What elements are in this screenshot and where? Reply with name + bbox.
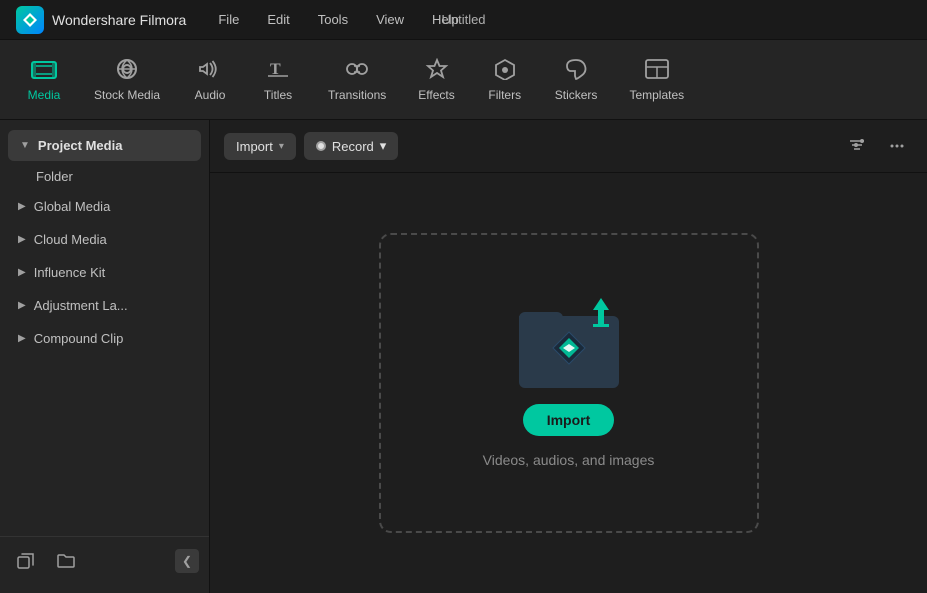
compound-clip-arrow: ▶ xyxy=(18,333,26,344)
import-action-label: Import xyxy=(547,412,591,428)
record-chevron: ▾ xyxy=(380,138,387,154)
compound-clip-label: Compound Clip xyxy=(34,331,124,346)
toolbar-filters[interactable]: Filters xyxy=(473,50,537,110)
sidebar-item-adjustment-layer[interactable]: ▶ Adjustment La... xyxy=(0,290,209,321)
sidebar-item-global-media[interactable]: ▶ Global Media xyxy=(0,191,209,222)
cloud-media-label: Cloud Media xyxy=(34,232,107,247)
toolbar-stickers[interactable]: Stickers xyxy=(541,50,612,110)
collapse-icon: ❮ xyxy=(182,554,192,568)
import-chevron: ▾ xyxy=(279,141,284,152)
main-area: ▼ Project Media Folder ▶ Global Media ▶ … xyxy=(0,120,927,593)
media-icon xyxy=(31,58,57,84)
titles-label: Titles xyxy=(264,88,292,102)
audio-icon xyxy=(197,58,223,84)
drop-zone-description: Videos, audios, and images xyxy=(483,452,655,468)
sidebar-item-influence-kit[interactable]: ▶ Influence Kit xyxy=(0,257,209,288)
folder-label: Folder xyxy=(36,169,73,184)
filters-icon xyxy=(492,58,518,84)
sidebar-item-compound-clip[interactable]: ▶ Compound Clip xyxy=(0,323,209,354)
toolbar-titles[interactable]: T Titles xyxy=(246,50,310,110)
menu-file[interactable]: File xyxy=(206,8,251,31)
influence-kit-label: Influence Kit xyxy=(34,265,106,280)
record-dot-icon xyxy=(316,141,326,151)
more-options-button[interactable] xyxy=(881,130,913,162)
record-button[interactable]: Record ▾ xyxy=(304,132,398,160)
filters-label: Filters xyxy=(488,88,521,102)
app-name: Wondershare Filmora xyxy=(52,12,186,28)
sidebar-item-cloud-media[interactable]: ▶ Cloud Media xyxy=(0,224,209,255)
document-title: Untitled xyxy=(441,12,485,27)
menu-bar: File Edit Tools View Help xyxy=(206,8,911,31)
new-folder-button[interactable] xyxy=(50,545,82,577)
global-media-arrow: ▶ xyxy=(18,201,26,212)
project-media-arrow: ▼ xyxy=(20,140,30,151)
sidebar: ▼ Project Media Folder ▶ Global Media ▶ … xyxy=(0,120,210,593)
adjustment-layer-label: Adjustment La... xyxy=(34,298,128,313)
titlebar: Wondershare Filmora File Edit Tools View… xyxy=(0,0,927,40)
influence-kit-arrow: ▶ xyxy=(18,267,26,278)
toolbar-audio[interactable]: Audio xyxy=(178,50,242,110)
project-media-section[interactable]: ▼ Project Media xyxy=(8,130,201,161)
media-label: Media xyxy=(28,88,61,102)
menu-edit[interactable]: Edit xyxy=(255,8,301,31)
project-media-label: Project Media xyxy=(38,138,123,153)
toolbar-media[interactable]: Media xyxy=(12,50,76,110)
content-area: Import ▾ Record ▾ xyxy=(210,120,927,593)
drop-zone-icon xyxy=(519,298,619,388)
stock-media-icon xyxy=(114,58,140,84)
adjustment-layer-arrow: ▶ xyxy=(18,300,26,311)
stickers-icon xyxy=(563,58,589,84)
filter-sort-button[interactable] xyxy=(841,130,873,162)
global-media-label: Global Media xyxy=(34,199,111,214)
new-sequence-button[interactable] xyxy=(10,545,42,577)
collapse-sidebar-button[interactable]: ❮ xyxy=(175,549,199,573)
toolbar-templates[interactable]: Templates xyxy=(615,50,698,110)
record-label: Record xyxy=(332,139,374,154)
stock-media-label: Stock Media xyxy=(94,88,160,102)
sidebar-footer: ❮ xyxy=(0,536,209,585)
toolbar: Media Stock Media Audio T xyxy=(0,40,927,120)
drop-zone[interactable]: Import Videos, audios, and images xyxy=(379,233,759,533)
app-logo: Wondershare Filmora xyxy=(16,6,186,34)
effects-label: Effects xyxy=(418,88,454,102)
import-action-button[interactable]: Import xyxy=(523,404,615,436)
templates-icon xyxy=(644,58,670,84)
import-label: Import xyxy=(236,139,273,154)
import-button[interactable]: Import ▾ xyxy=(224,133,296,160)
transitions-label: Transitions xyxy=(328,88,386,102)
filmora-diamond-icon xyxy=(547,326,591,370)
content-toolbar-actions xyxy=(841,130,913,162)
transitions-icon xyxy=(344,58,370,84)
templates-label: Templates xyxy=(629,88,684,102)
cloud-media-arrow: ▶ xyxy=(18,234,26,245)
titles-icon: T xyxy=(265,58,291,84)
folder-item[interactable]: Folder xyxy=(0,163,209,190)
menu-view[interactable]: View xyxy=(364,8,416,31)
stickers-label: Stickers xyxy=(555,88,598,102)
logo-icon xyxy=(16,6,44,34)
toolbar-effects[interactable]: Effects xyxy=(404,50,468,110)
effects-icon xyxy=(424,58,450,84)
menu-tools[interactable]: Tools xyxy=(306,8,360,31)
toolbar-stock-media[interactable]: Stock Media xyxy=(80,50,174,110)
drop-zone-wrapper: Import Videos, audios, and images xyxy=(210,173,927,593)
download-arrow-icon xyxy=(587,298,615,333)
audio-label: Audio xyxy=(195,88,226,102)
content-toolbar: Import ▾ Record ▾ xyxy=(210,120,927,173)
toolbar-transitions[interactable]: Transitions xyxy=(314,50,400,110)
